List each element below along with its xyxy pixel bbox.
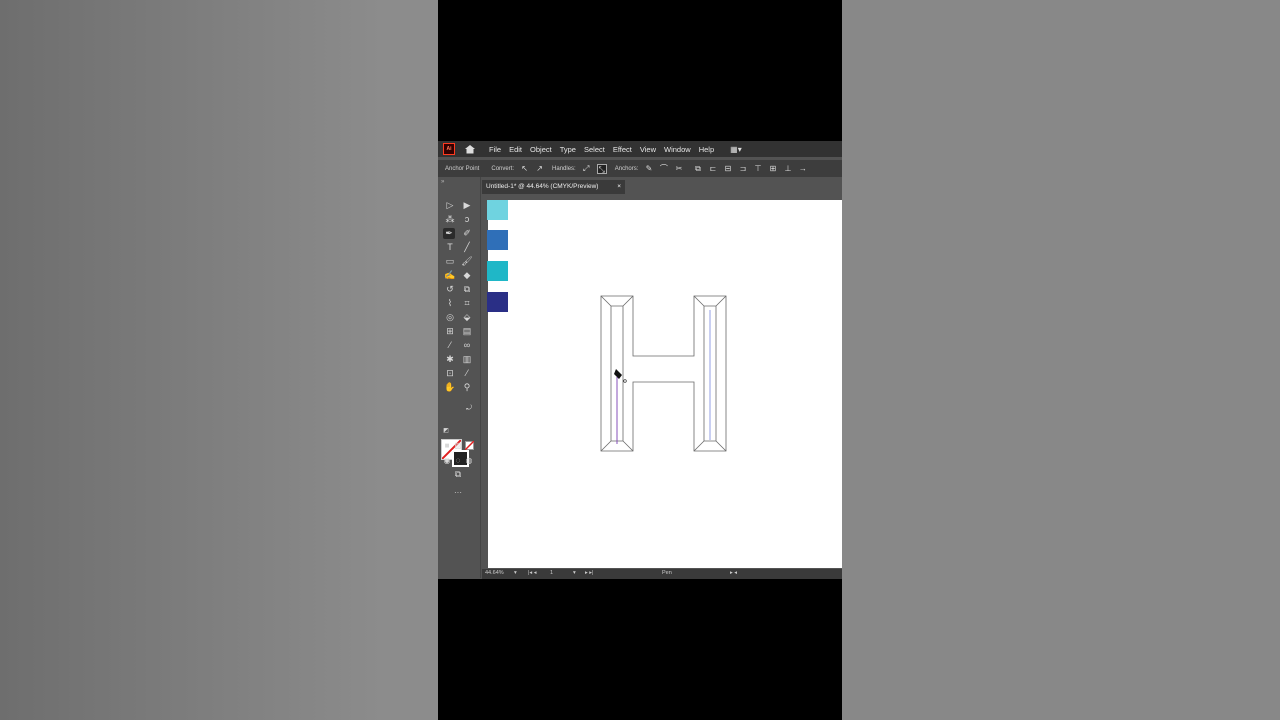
menu-bar: Ai File Edit Object Type Select Effect V… [438,141,842,157]
zoom-dropdown-icon[interactable]: ▾ [514,570,517,576]
menu-list: File Edit Object Type Select Effect View… [489,145,714,154]
illustrator-window: Ai File Edit Object Type Select Effect V… [438,141,842,579]
convert-corner-icon[interactable]: ↖ [520,164,529,173]
more-options-icon[interactable]: → [798,164,807,173]
transform-icon[interactable]: ⧉ [693,164,702,173]
status-bar: 44.64% ▾ |◂ ◂ 1 ▾ ▸ ▸| Pen ▸ ◂ [482,569,842,579]
document-tab-row: Untitled-1* @ 44.64% (CMYK/Preview) × [482,180,842,194]
line-tool-icon[interactable]: ╱ [461,242,473,253]
menu-effect[interactable]: Effect [613,145,632,154]
draw-inside-icon[interactable]: ◍ [463,455,475,466]
slice-tool-icon[interactable]: ⁄ [461,368,473,379]
artboard-number[interactable]: 1 [550,570,553,576]
letter-h-artwork[interactable] [488,200,842,568]
menu-edit[interactable]: Edit [509,145,522,154]
eraser-tool-icon[interactable]: ◆ [461,270,473,281]
convert-label: Convert: [491,165,515,172]
artboard-tool-icon[interactable]: ⊡ [444,368,456,379]
paintbrush-tool-icon[interactable]: 🖌 [461,256,473,267]
artboard-dropdown-icon[interactable]: ▾ [573,570,576,576]
warp-tool-icon[interactable]: ⌇ [444,298,456,309]
tools-panel: » ▷ ▶ ⁂ ↄ ✒ ✐ T ╱ ▭ 🖌 ✍ ◆ ↺ ⧉ ⌇ ⌗ ◎ ⬙ ⊞ … [438,177,481,578]
menu-help[interactable]: Help [699,145,714,154]
connect-anchor-icon[interactable]: ⌒ [659,164,668,173]
show-handles-icon[interactable]: ⤢ [582,164,591,173]
remove-anchor-icon[interactable]: ✎ [644,164,653,173]
lasso-tool-icon[interactable]: ↄ [461,214,473,225]
align-right-icon[interactable]: ⊐ [738,164,747,173]
scale-tool-icon[interactable]: ⧉ [461,284,473,295]
shape-builder-tool-icon[interactable]: ◎ [444,312,456,323]
handles-label: Handles: [552,165,576,172]
magic-wand-tool-icon[interactable]: ⁂ [444,214,456,225]
menu-view[interactable]: View [640,145,656,154]
close-tab-icon[interactable]: × [617,180,621,194]
menu-type[interactable]: Type [560,145,576,154]
rectangle-tool-icon[interactable]: ▭ [444,256,456,267]
workspace-switcher-icon[interactable]: ▦▾ [730,145,742,154]
document-tab-title: Untitled-1* @ 44.64% (CMYK/Preview) [486,183,599,190]
artboard-next-icon[interactable]: ▸ ▸| [585,570,593,576]
live-paint-tool-icon[interactable]: ⬙ [461,312,473,323]
align-bottom-icon[interactable]: ⊥ [783,164,792,173]
align-left-icon[interactable]: ⊏ [708,164,717,173]
collapse-panel-icon[interactable]: » [441,179,444,185]
artboard[interactable] [487,200,842,568]
zoom-tool-icon[interactable]: ⚲ [461,382,473,393]
default-colors-icon[interactable]: ◩ [440,426,452,437]
video-frame: Ai File Edit Object Type Select Effect V… [438,0,842,720]
artboard-prev-icon[interactable]: |◂ ◂ [528,570,536,576]
app-logo: Ai [443,143,455,155]
pen-cursor-icon [614,369,627,383]
none-mode-icon[interactable] [465,441,474,450]
swap-fill-stroke-icon[interactable]: ⤾ [463,403,475,414]
convert-smooth-icon[interactable]: ↗ [535,164,544,173]
direct-selection-tool-icon[interactable]: ▶ [461,200,473,211]
type-tool-icon[interactable]: T [444,242,456,253]
align-center-icon[interactable]: ⊟ [723,164,732,173]
column-graph-tool-icon[interactable]: ▥ [461,354,473,365]
anchor-point-label: Anchor Point [445,165,480,172]
rotate-tool-icon[interactable]: ↺ [444,284,456,295]
pen-tool-icon[interactable]: ✒ [443,228,455,239]
edit-toolbar-icon[interactable]: ··· [452,487,464,498]
current-tool-label: Pen [662,570,672,576]
cut-path-icon[interactable]: ✂ [674,164,683,173]
screen-mode-icon[interactable]: ⧉ [452,469,464,480]
menu-object[interactable]: Object [530,145,552,154]
curvature-tool-icon[interactable]: ✐ [461,228,473,239]
align-middle-icon[interactable]: ⊞ [768,164,777,173]
control-bar: Anchor Point Convert: ↖ ↗ Handles: ⤢ ⤡ A… [438,160,842,177]
right-backdrop [842,0,1280,720]
status-menu-icon[interactable]: ▸ ◂ [730,570,737,576]
eyedropper-tool-icon[interactable]: ⁄ [444,340,456,351]
home-icon[interactable] [464,144,476,154]
gradient-tool-icon[interactable]: ▤ [461,326,473,337]
symbol-sprayer-tool-icon[interactable]: ✱ [444,354,456,365]
hand-tool-icon[interactable]: ✋ [444,382,456,393]
menu-select[interactable]: Select [584,145,605,154]
gradient-mode-icon[interactable]: ▨ [452,440,464,451]
menu-file[interactable]: File [489,145,501,154]
free-transform-tool-icon[interactable]: ⌗ [461,298,473,309]
anchors-label: Anchors: [614,165,639,172]
align-top-icon[interactable]: ⊤ [753,164,762,173]
menu-window[interactable]: Window [664,145,691,154]
hide-handles-icon[interactable]: ⤡ [596,163,607,174]
selection-tool-icon[interactable]: ▷ [444,200,456,211]
shaper-tool-icon[interactable]: ✍ [444,270,456,281]
document-tab[interactable]: Untitled-1* @ 44.64% (CMYK/Preview) × [482,180,625,194]
blend-tool-icon[interactable]: ∞ [461,340,473,351]
zoom-level[interactable]: 44.64% [485,570,504,576]
perspective-grid-tool-icon[interactable]: ⊞ [444,326,456,337]
